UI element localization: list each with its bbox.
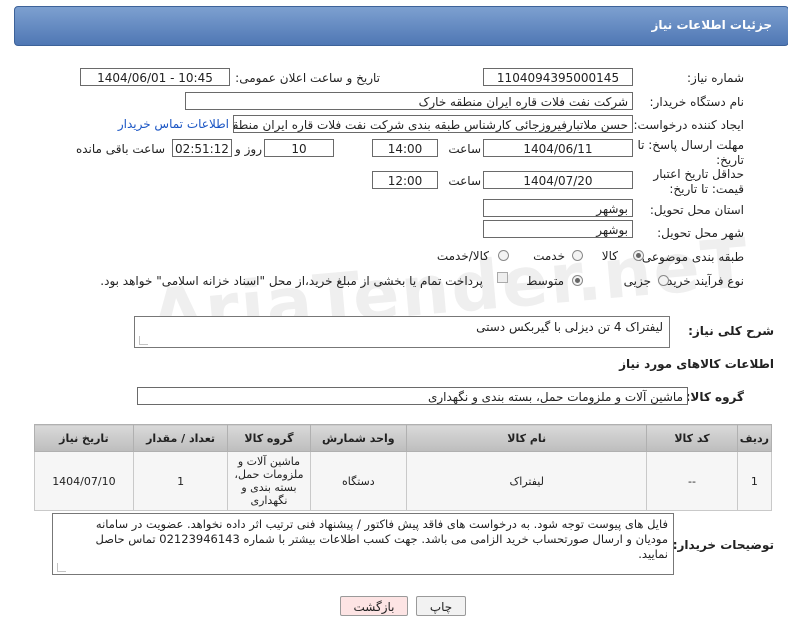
- cell-code: --: [646, 451, 738, 511]
- days-label: روز و: [235, 142, 262, 156]
- table-header-row: ردیف کد کالا نام کالا واحد شمارش گروه کا…: [34, 424, 773, 452]
- col-unit: واحد شمارش: [309, 424, 408, 452]
- purchase-type-label: نوع فرآیند خرید :: [659, 274, 744, 288]
- back-button[interactable]: بازگشت: [340, 596, 408, 616]
- buyer-notes-label: توضیحات خریدار:: [672, 538, 774, 552]
- price-time-label: ساعت: [448, 174, 481, 188]
- days-field: 10: [264, 139, 334, 157]
- title-bar: جزئیات اطلاعات نیاز: [14, 6, 788, 46]
- print-button[interactable]: چاپ: [416, 596, 466, 616]
- goods-info-title: اطلاعات کالاهای مورد نیاز: [619, 357, 774, 371]
- resize-grip-icon[interactable]: [139, 336, 148, 345]
- province-label: استان محل تحویل:: [649, 203, 744, 217]
- cell-name: لیفتراک: [406, 451, 648, 511]
- purchase-option-medium: متوسط: [526, 274, 564, 288]
- need-number-field: 1104094395000145: [483, 68, 633, 86]
- reply-time-label: ساعت: [448, 142, 481, 156]
- announce-label: تاریخ و ساعت اعلان عمومی:: [235, 71, 380, 85]
- remaining-time-field: 02:51:12: [172, 139, 232, 157]
- buyer-org-label: نام دستگاه خریدار:: [649, 95, 745, 109]
- buyer-notes-text: فایل های پیوست توجه شود. به درخواست های …: [95, 517, 669, 561]
- category-option-service: خدمت: [533, 249, 565, 263]
- col-date: تاریخ نیاز: [34, 424, 134, 452]
- purchase-option-partial: جزیی: [623, 274, 651, 288]
- price-deadline-label: حداقل تاریخ اعتبار قیمت: تا تاریخ:: [653, 167, 744, 196]
- buyer-notes-textarea[interactable]: فایل های پیوست توجه شود. به درخواست های …: [52, 513, 674, 575]
- creator-label: ایجاد کننده درخواست:: [633, 118, 744, 132]
- col-name: نام کالا: [406, 424, 648, 452]
- cell-unit: دستگاه: [309, 451, 408, 511]
- price-time-field: 12:00: [372, 171, 438, 189]
- cell-date: 1404/07/10: [34, 451, 134, 511]
- table-row[interactable]: 1 -- لیفتراک دستگاه ماشین آلات و ملزومات…: [34, 451, 773, 511]
- category-option-goods: کالا: [601, 249, 618, 263]
- reply-deadline-label: مهلت ارسال پاسخ: تا تاریخ:: [637, 138, 744, 167]
- announce-field: 1404/06/01 - 10:45: [80, 68, 230, 86]
- need-number-label: شماره نیاز:: [687, 71, 744, 85]
- reply-date-field: 1404/06/11: [483, 139, 633, 157]
- goods-group-field: ماشین آلات و ملزومات حمل، بسته بندی و نگ…: [137, 387, 688, 405]
- page-title: جزئیات اطلاعات نیاز: [651, 18, 772, 32]
- treasury-checkbox[interactable]: [497, 272, 508, 283]
- goods-group-label: گروه کالا:: [685, 390, 744, 404]
- cell-group: ماشین آلات و ملزومات حمل، بسته بندی و نگ…: [227, 451, 311, 511]
- col-row: ردیف: [736, 424, 773, 452]
- description-label: شرح کلی نیاز:: [688, 324, 774, 338]
- items-table: ردیف کد کالا نام کالا واحد شمارش گروه کا…: [34, 424, 773, 511]
- col-qty: تعداد / مقدار: [132, 424, 229, 452]
- creator-field: حسن ملاتبارفیروزجائی کارشناس طبقه بندی ش…: [233, 115, 633, 133]
- description-textarea[interactable]: لیفتراک 4 تن دیزلی با گیربکس دستی: [134, 316, 670, 348]
- city-label: شهر محل تحویل:: [657, 226, 744, 240]
- cell-row: 1: [736, 451, 773, 511]
- category-radio-both[interactable]: [498, 250, 509, 261]
- payment-note: پرداخت تمام یا بخشی از مبلغ خرید،از محل …: [100, 274, 483, 288]
- reply-time-field: 14:00: [372, 139, 438, 157]
- category-option-both: کالا/خدمت: [436, 249, 489, 263]
- cell-qty: 1: [132, 451, 229, 511]
- remaining-label: ساعت باقی مانده: [75, 142, 165, 156]
- col-code: کد کالا: [646, 424, 738, 452]
- purchase-radio-partial[interactable]: [658, 275, 669, 286]
- buyer-org-field: شرکت نفت فلات قاره ایران منطقه خارک: [185, 92, 633, 110]
- province-field: بوشهر: [483, 199, 633, 217]
- purchase-radio-medium[interactable]: [572, 275, 583, 286]
- col-group: گروه کالا: [227, 424, 311, 452]
- buyer-contact-link[interactable]: اطلاعات تماس خریدار: [118, 117, 229, 131]
- resize-grip-icon[interactable]: [57, 563, 66, 572]
- city-field: بوشهر: [483, 220, 633, 238]
- category-label: طبقه بندی موضوعی:: [637, 250, 744, 264]
- price-date-field: 1404/07/20: [483, 171, 633, 189]
- description-text: لیفتراک 4 تن دیزلی با گیربکس دستی: [476, 320, 663, 334]
- category-radio-goods[interactable]: [633, 250, 644, 261]
- category-radio-service[interactable]: [572, 250, 583, 261]
